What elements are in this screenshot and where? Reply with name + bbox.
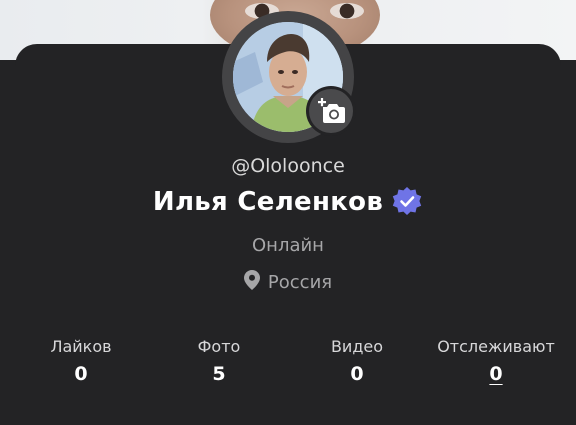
cover-eye — [330, 3, 364, 19]
stat-value-link[interactable]: 0 — [489, 363, 502, 385]
location-row: Россия — [0, 270, 576, 294]
full-name: Илья Селенков — [152, 187, 384, 217]
stat-value: 0 — [350, 363, 364, 385]
stat-label: Отслеживают — [437, 337, 555, 356]
verified-badge-icon — [391, 186, 423, 218]
change-avatar-button[interactable] — [306, 86, 356, 136]
stat-label: Видео — [330, 337, 384, 356]
add-photo-camera-icon — [309, 89, 353, 133]
stat-photos[interactable]: Фото 5 — [144, 337, 294, 385]
stat-value: 5 — [212, 363, 226, 385]
stat-followers[interactable]: Отслеживают 0 — [421, 337, 571, 385]
location-pin-icon — [243, 270, 260, 294]
stat-videos[interactable]: Видео 0 — [282, 337, 432, 385]
stat-label: Лайков — [50, 337, 112, 356]
stat-likes[interactable]: Лайков 0 — [6, 337, 156, 385]
stat-label: Фото — [197, 337, 241, 356]
username: @Ololoonce — [231, 155, 345, 177]
name-row: Илья Селенков — [0, 186, 576, 218]
online-status: Онлайн — [252, 235, 324, 256]
stat-value: 0 — [74, 363, 88, 385]
location-text: Россия — [267, 271, 333, 293]
